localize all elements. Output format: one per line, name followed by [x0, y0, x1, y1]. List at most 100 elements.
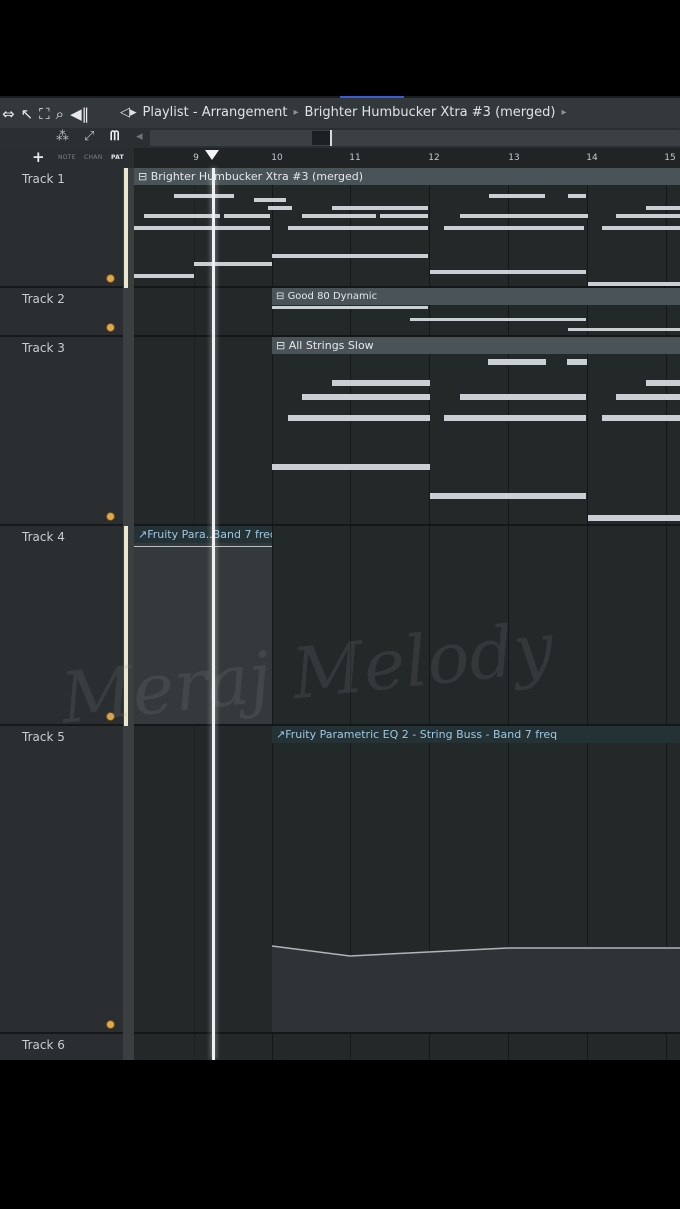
grid-line — [587, 526, 588, 724]
bar-number: 11 — [349, 153, 361, 163]
note-bar[interactable] — [588, 515, 680, 521]
note-bar[interactable] — [272, 464, 430, 470]
pattern-clip[interactable]: ⊟ All Strings Slow — [272, 337, 680, 354]
note-bar[interactable] — [410, 318, 586, 321]
scroll-thumb[interactable] — [312, 131, 332, 145]
grid-line — [666, 526, 667, 724]
pointer-tool-icon[interactable]: ↖ — [21, 105, 34, 123]
note-bar[interactable] — [174, 194, 234, 198]
mute-button[interactable] — [106, 323, 115, 332]
note-bar[interactable] — [134, 274, 194, 278]
note-bar[interactable] — [430, 270, 586, 274]
timeline-ruler[interactable]: 9 10 11 12 13 14 15 — [134, 148, 680, 168]
automation-clip-header[interactable]: ↗Fruity Para..Band 7 freq — [134, 526, 272, 543]
track-lane[interactable]: ⊟ Brighter Humbucker Xtra #3 (merged) — [134, 168, 680, 288]
note-bar[interactable] — [224, 214, 270, 218]
track-header[interactable]: Track 5 — [0, 726, 123, 1034]
pattern-clip[interactable]: ⊟ Brighter Humbucker Xtra #3 (merged) — [134, 168, 680, 185]
note-bar[interactable] — [460, 214, 588, 218]
grid-line — [272, 1034, 273, 1060]
note-bar[interactable] — [444, 415, 586, 421]
note-bar[interactable] — [646, 380, 680, 386]
zoom-tool-icon[interactable]: ⌕ — [56, 105, 64, 123]
track-lane[interactable]: ⊟ Good 80 Dynamic — [134, 288, 680, 337]
scroll-left-icon[interactable]: ◂ — [136, 129, 143, 144]
track-name: Track 4 — [22, 530, 65, 544]
note-bar[interactable] — [272, 254, 428, 258]
playback-tool-icon[interactable]: ◀‖ — [70, 105, 89, 123]
grid-line — [587, 1034, 588, 1060]
track-header[interactable]: Track 1 — [0, 168, 123, 288]
note-bar[interactable] — [332, 206, 428, 210]
clip-label: ⊟ — [276, 291, 288, 302]
note-bar[interactable] — [268, 206, 292, 210]
track-header[interactable]: Track 2 — [0, 288, 123, 337]
clip-name: Fruity Parametric EQ 2 - String Buss - B… — [285, 728, 558, 741]
track-header[interactable]: Track 3 — [0, 337, 123, 526]
breadcrumb: ◁▸ Playlist - Arrangement ▸ Brighter Hum… — [120, 105, 567, 120]
note-bar[interactable] — [616, 214, 680, 218]
note-bar[interactable] — [254, 198, 286, 202]
select-tool-icon[interactable]: ⛶ — [39, 105, 50, 123]
note-bar[interactable] — [144, 214, 220, 218]
channel-icon[interactable]: ⤢ — [84, 129, 94, 144]
playhead-line[interactable] — [212, 168, 215, 1060]
playhead-marker[interactable] — [205, 150, 219, 160]
mute-button[interactable] — [106, 1020, 115, 1029]
clip-name: Good 80 Dynamic — [287, 291, 378, 302]
note-bar[interactable] — [272, 306, 428, 309]
note-bar[interactable] — [444, 226, 584, 230]
track-lane[interactable]: ↗Fruity Parametric EQ 2 - String Buss - … — [134, 726, 680, 1034]
add-track-button[interactable]: + — [32, 148, 45, 166]
note-bar[interactable] — [568, 194, 586, 198]
automation-line[interactable] — [134, 546, 272, 547]
track-lane[interactable] — [134, 1034, 680, 1060]
note-bar[interactable] — [288, 415, 430, 421]
note-bar[interactable] — [460, 394, 586, 400]
grid-line — [272, 168, 273, 286]
note-bar[interactable] — [430, 493, 586, 499]
mute-button[interactable] — [106, 512, 115, 521]
window-title: Playlist - Arrangement — [142, 105, 288, 120]
note-bar[interactable] — [488, 359, 546, 365]
note-bar[interactable] — [194, 262, 272, 266]
note-bar[interactable] — [616, 394, 680, 400]
note-snap-icon[interactable]: ⁂ — [56, 129, 69, 144]
note-bar[interactable] — [489, 194, 545, 198]
note-bar[interactable] — [602, 415, 680, 421]
pattern-clip[interactable]: ⊟ Good 80 Dynamic — [272, 288, 680, 305]
move-tool-icon[interactable]: ⇔ — [2, 105, 15, 123]
grid-line — [429, 1034, 430, 1060]
note-bar[interactable] — [380, 214, 428, 218]
note-bar[interactable] — [302, 394, 430, 400]
note-bar[interactable] — [134, 226, 270, 230]
bar-number: 10 — [271, 153, 283, 163]
note-bar[interactable] — [288, 226, 428, 230]
note-bar[interactable] — [568, 328, 680, 331]
current-pattern[interactable]: Brighter Humbucker Xtra #3 (merged) — [305, 105, 556, 120]
bar-number: 14 — [586, 153, 598, 163]
note-bar[interactable] — [567, 359, 587, 365]
note-bar[interactable] — [646, 206, 680, 210]
automation-clip-header[interactable]: ↗Fruity Parametric EQ 2 - String Buss - … — [272, 726, 680, 743]
track-strip — [123, 726, 134, 1034]
chevron-right-icon[interactable]: ▸ — [562, 107, 567, 118]
track-header[interactable]: Track 6 — [0, 1034, 123, 1060]
note-bar[interactable] — [302, 214, 376, 218]
speaker-icon[interactable]: ◁▸ — [120, 105, 137, 120]
note-bar[interactable] — [588, 282, 680, 286]
playlist-window: ⇔ ↖ ⛶ ⌕ ◀‖ ◁▸ Playlist - Arrangement ▸ B… — [0, 96, 680, 1060]
track-strip — [123, 288, 134, 337]
track-lane[interactable]: ⊟ All Strings Slow — [134, 337, 680, 526]
track-name: Track 2 — [22, 292, 65, 306]
grid-line — [508, 1034, 509, 1060]
grid-line — [666, 337, 667, 524]
mute-button[interactable] — [106, 274, 115, 283]
horizontal-scrollbar[interactable] — [150, 130, 680, 146]
automation-envelope[interactable] — [272, 936, 680, 1032]
piano-icon[interactable]: ᗰ — [110, 129, 119, 144]
grid-line — [587, 337, 588, 524]
scroll-knob[interactable] — [330, 130, 332, 146]
note-bar[interactable] — [332, 380, 430, 386]
note-bar[interactable] — [602, 226, 680, 230]
